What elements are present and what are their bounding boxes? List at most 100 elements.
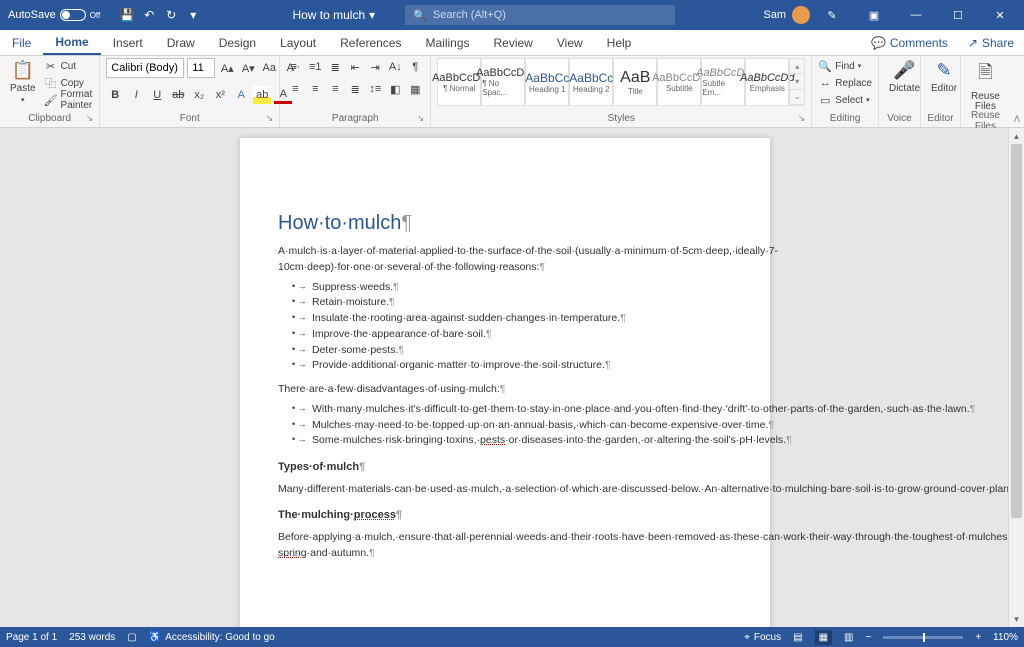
tab-help[interactable]: Help bbox=[595, 30, 644, 55]
shading-icon[interactable]: ◧ bbox=[386, 80, 404, 98]
tab-review[interactable]: Review bbox=[482, 30, 545, 55]
align-right-icon[interactable]: ≡ bbox=[326, 80, 344, 98]
undo-icon[interactable]: ↶ bbox=[138, 5, 160, 25]
styles-more-icon[interactable]: ▴▾⌄ bbox=[789, 58, 805, 106]
vertical-scrollbar[interactable]: ▴ ▾ bbox=[1008, 128, 1024, 627]
superscript-button[interactable]: x² bbox=[211, 86, 229, 104]
accessibility-status[interactable]: ♿Accessibility: Good to go bbox=[149, 632, 275, 643]
user-name[interactable]: Sam bbox=[763, 9, 786, 21]
change-case-icon[interactable]: Aa bbox=[260, 59, 278, 77]
subscript-button[interactable]: x₂ bbox=[190, 86, 208, 104]
microphone-icon: 🎤 bbox=[893, 60, 915, 81]
zoom-in-icon[interactable]: + bbox=[975, 632, 981, 643]
decrease-indent-icon[interactable]: ⇤ bbox=[346, 58, 364, 76]
style-subtitle[interactable]: AaBbCcDdSubtitle bbox=[657, 58, 701, 106]
search-box[interactable]: 🔍 Search (Alt+Q) bbox=[405, 5, 675, 25]
increase-indent-icon[interactable]: ⇥ bbox=[366, 58, 384, 76]
group-paragraph: ≡· ≡1 ≣ ⇤ ⇥ A↓ ¶ ≡ ≡ ≡ ≣ ↕≡ ◧ ▦ Paragrap… bbox=[280, 56, 431, 127]
document-page[interactable]: How·to·mulch¶ A·mulch·is·a·layer·of·mate… bbox=[240, 138, 770, 627]
document-name[interactable]: How to mulch ▾ bbox=[292, 8, 375, 22]
style-title[interactable]: AaBTitle bbox=[613, 58, 657, 106]
style-no-spacing[interactable]: AaBbCcDd¶ No Spac... bbox=[481, 58, 525, 106]
styles-gallery[interactable]: AaBbCcDd¶ Normal AaBbCcDd¶ No Spac... Aa… bbox=[437, 58, 805, 106]
word-count[interactable]: 253 words bbox=[69, 632, 115, 643]
page-indicator[interactable]: Page 1 of 1 bbox=[6, 632, 57, 643]
tab-file[interactable]: File bbox=[0, 30, 43, 55]
replace-button[interactable]: ↔Replace bbox=[818, 75, 872, 91]
collapse-ribbon-icon[interactable]: ᐱ bbox=[1010, 56, 1024, 127]
style-subtle-emphasis[interactable]: AaBbCcDdSubtle Em... bbox=[701, 58, 745, 106]
font-size-combo[interactable]: 11 bbox=[187, 58, 215, 78]
reuse-files-button[interactable]: 🗎Reuse Files bbox=[967, 58, 1004, 114]
align-left-icon[interactable]: ≡ bbox=[286, 80, 304, 98]
bullets-icon[interactable]: ≡· bbox=[286, 58, 304, 76]
zoom-slider[interactable] bbox=[883, 636, 963, 639]
autosave-toggle[interactable]: AutoSave Off bbox=[8, 9, 100, 21]
group-editing: 🔍Find▾ ↔Replace ▭Select▾ Editing bbox=[812, 56, 879, 127]
focus-mode-button[interactable]: ⌖Focus bbox=[744, 632, 781, 643]
underline-button[interactable]: U bbox=[148, 86, 166, 104]
dialog-launcher-icon[interactable]: ↘ bbox=[417, 113, 425, 124]
tab-insert[interactable]: Insert bbox=[101, 30, 155, 55]
user-avatar[interactable] bbox=[792, 6, 810, 24]
tab-references[interactable]: References bbox=[328, 30, 413, 55]
select-button[interactable]: ▭Select▾ bbox=[818, 92, 872, 108]
list-item: Retain·moisture.¶ bbox=[292, 295, 732, 311]
format-painter-button[interactable]: 🖌Format Painter bbox=[44, 92, 94, 108]
share-button[interactable]: ↗Share bbox=[958, 30, 1024, 55]
font-name-combo[interactable]: Calibri (Body) bbox=[106, 58, 184, 78]
tab-mailings[interactable]: Mailings bbox=[413, 30, 481, 55]
grow-font-icon[interactable]: A▴ bbox=[218, 59, 236, 77]
redo-icon[interactable]: ↻ bbox=[160, 5, 182, 25]
save-icon[interactable]: 💾 bbox=[116, 5, 138, 25]
comments-button[interactable]: 💬Comments bbox=[861, 30, 958, 55]
dialog-launcher-icon[interactable]: ↘ bbox=[86, 113, 94, 124]
find-button[interactable]: 🔍Find▾ bbox=[818, 58, 872, 74]
borders-icon[interactable]: ▦ bbox=[406, 80, 424, 98]
ribbon-display-icon[interactable]: ▣ bbox=[854, 0, 894, 30]
multilevel-list-icon[interactable]: ≣ bbox=[326, 58, 344, 76]
scroll-thumb[interactable] bbox=[1011, 144, 1022, 518]
web-layout-icon[interactable]: ▥ bbox=[844, 632, 853, 643]
line-spacing-icon[interactable]: ↕≡ bbox=[366, 80, 384, 98]
scroll-down-icon[interactable]: ▾ bbox=[1009, 611, 1024, 627]
autosave-switch[interactable] bbox=[60, 9, 86, 21]
paste-button[interactable]: 📋 Paste ▾ bbox=[6, 58, 40, 106]
qat-dropdown-icon[interactable]: ▾ bbox=[182, 5, 204, 25]
tab-layout[interactable]: Layout bbox=[268, 30, 328, 55]
sort-icon[interactable]: A↓ bbox=[386, 58, 404, 76]
text-effects-icon[interactable]: A bbox=[232, 86, 250, 104]
read-mode-icon[interactable]: ▤ bbox=[793, 632, 802, 643]
maximize-icon[interactable]: ☐ bbox=[938, 0, 978, 30]
tab-draw[interactable]: Draw bbox=[155, 30, 207, 55]
dictate-button[interactable]: 🎤Dictate bbox=[885, 58, 924, 96]
style-emphasis[interactable]: AaBbCcDdEmphasis bbox=[745, 58, 789, 106]
editor-button[interactable]: ✎Editor bbox=[927, 58, 961, 96]
shrink-font-icon[interactable]: A▾ bbox=[239, 59, 257, 77]
style-heading1[interactable]: AaBbCcHeading 1 bbox=[525, 58, 569, 106]
show-marks-icon[interactable]: ¶ bbox=[406, 58, 424, 76]
tab-design[interactable]: Design bbox=[207, 30, 268, 55]
numbering-icon[interactable]: ≡1 bbox=[306, 58, 324, 76]
justify-icon[interactable]: ≣ bbox=[346, 80, 364, 98]
zoom-out-icon[interactable]: − bbox=[865, 632, 871, 643]
minimize-icon[interactable]: — bbox=[896, 0, 936, 30]
strikethrough-button[interactable]: ab bbox=[169, 86, 187, 104]
zoom-level[interactable]: 110% bbox=[993, 632, 1018, 643]
style-heading2[interactable]: AaBbCcHeading 2 bbox=[569, 58, 613, 106]
style-normal[interactable]: AaBbCcDd¶ Normal bbox=[437, 58, 481, 106]
print-layout-icon[interactable]: ▦ bbox=[815, 630, 832, 645]
dialog-launcher-icon[interactable]: ↘ bbox=[798, 113, 806, 124]
dialog-launcher-icon[interactable]: ↘ bbox=[266, 113, 274, 124]
cut-button[interactable]: ✂Cut bbox=[44, 58, 94, 74]
scroll-up-icon[interactable]: ▴ bbox=[1009, 128, 1024, 144]
tab-view[interactable]: View bbox=[545, 30, 595, 55]
align-center-icon[interactable]: ≡ bbox=[306, 80, 324, 98]
drawing-mode-icon[interactable]: ✎ bbox=[812, 0, 852, 30]
bold-button[interactable]: B bbox=[106, 86, 124, 104]
italic-button[interactable]: I bbox=[127, 86, 145, 104]
highlight-icon[interactable]: ab bbox=[253, 86, 271, 104]
spell-check-icon[interactable]: ▢ bbox=[127, 632, 136, 643]
tab-home[interactable]: Home bbox=[43, 30, 100, 55]
close-icon[interactable]: ✕ bbox=[980, 0, 1020, 30]
